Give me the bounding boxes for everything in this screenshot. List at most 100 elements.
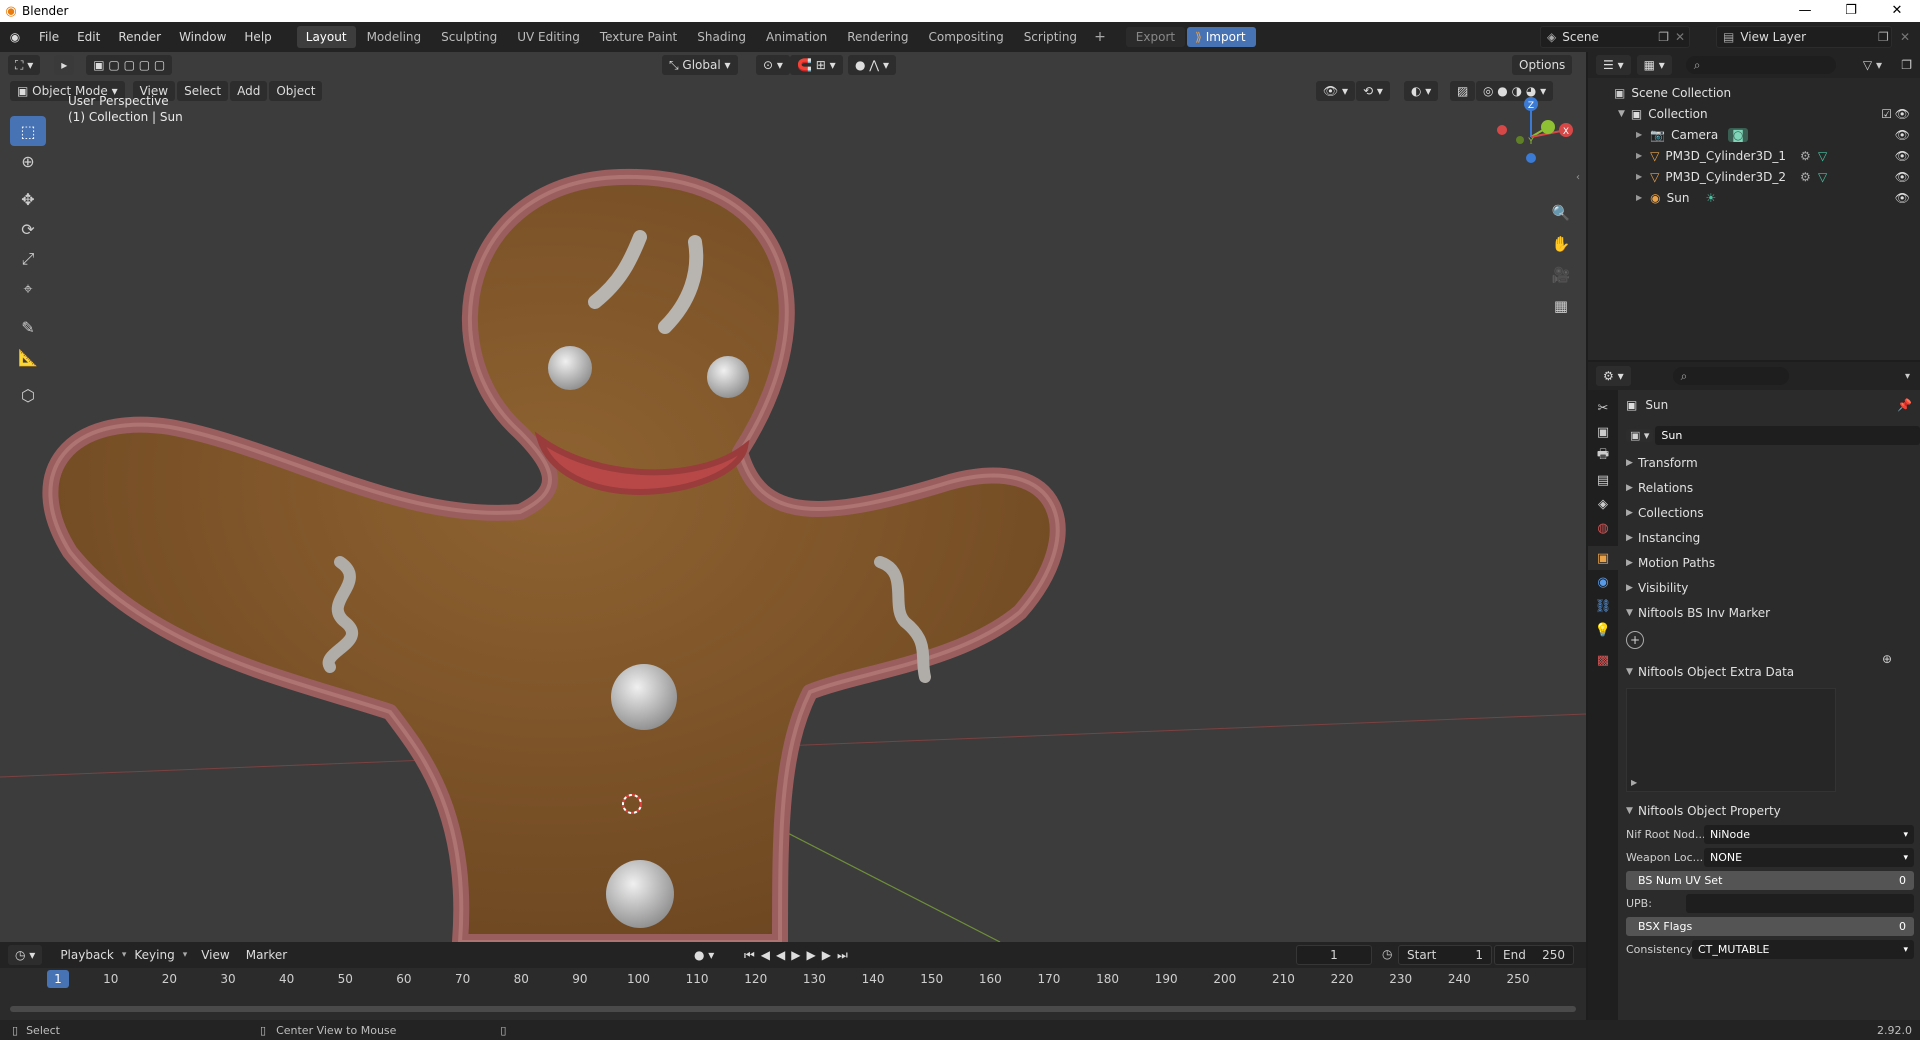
add-workspace-icon[interactable]: + xyxy=(1088,29,1112,45)
properties-editor-icon[interactable]: ⚙ ▾ xyxy=(1596,366,1631,386)
gizmo-toggle-icon[interactable]: ⟲ ▾ xyxy=(1356,81,1390,101)
panel-visibility[interactable]: ▶ Visibility xyxy=(1618,575,1920,600)
panel-collections[interactable]: ▶ Collections xyxy=(1618,500,1920,525)
expand-cylinder-2-icon[interactable]: ▶ xyxy=(1636,172,1642,181)
tab-scripting[interactable]: Scripting xyxy=(1015,26,1086,48)
export-button[interactable]: Export xyxy=(1125,27,1186,47)
collection-checkbox-icon[interactable]: ☑ xyxy=(1881,107,1892,121)
tool-tab-icon[interactable]: ✂ xyxy=(1588,396,1618,420)
record-icon[interactable]: ● ▾ xyxy=(694,948,714,962)
cylinder-2-visibility-icon[interactable]: 👁 xyxy=(1895,170,1910,184)
tab-texture-paint[interactable]: Texture Paint xyxy=(591,26,686,48)
consistency-select[interactable]: CT_MUTABLE ▾ xyxy=(1692,940,1914,959)
blender-menu-icon[interactable]: ◉ xyxy=(0,30,30,44)
zoom-icon[interactable]: 🔍 xyxy=(1546,198,1576,228)
new-collection-icon[interactable]: ❐ xyxy=(1901,58,1912,72)
restore-button[interactable]: ❐ xyxy=(1828,0,1874,22)
outliner-item-camera[interactable]: ▶ 📷 Camera ◙ 👁 xyxy=(1588,124,1920,145)
outliner-scene-collection[interactable]: ▣ Scene Collection xyxy=(1588,82,1920,103)
timeline-ruler[interactable]: 1 10 20 30 40 50 60 70 80 90 100 110 120 130 140 150 160… xyxy=(0,968,1586,992)
menu-help[interactable]: Help xyxy=(235,30,280,44)
new-view-layer-icon[interactable]: ❐ xyxy=(1878,30,1889,44)
menu-add[interactable]: Add xyxy=(230,81,268,101)
rotate-tool-icon[interactable]: ⟳ xyxy=(10,214,46,244)
new-scene-icon[interactable]: ❐ xyxy=(1658,30,1669,44)
select-box-tool-icon[interactable]: ⬚ xyxy=(10,116,46,146)
preview-range-icon[interactable]: ◷ xyxy=(1382,947,1392,961)
camera-view-icon[interactable]: 🎥 xyxy=(1546,260,1576,290)
tab-layout[interactable]: Layout xyxy=(296,26,356,48)
minimize-button[interactable]: — xyxy=(1782,0,1828,22)
list-expand-icon[interactable]: ▶ xyxy=(1631,778,1637,787)
playback-controls[interactable]: ⏮◀◀▶▶▶⏭ xyxy=(744,948,854,963)
view-layer-tab-icon[interactable]: ▤ xyxy=(1588,468,1618,492)
panel-niftools-object-property[interactable]: ▼ Niftools Object Property xyxy=(1618,798,1920,823)
delete-scene-icon[interactable]: ✕ xyxy=(1675,30,1685,44)
pin-icon[interactable]: 📌 xyxy=(1897,398,1912,412)
navigation-gizmo[interactable]: Z Y X xyxy=(1486,92,1576,182)
menu-window[interactable]: Window xyxy=(170,30,235,44)
object-name-input[interactable]: Sun xyxy=(1655,425,1920,445)
outliner-item-cylinder-1[interactable]: ▶ ▽ PM3D_Cylinder3D_1 ⚙ ▽ 👁 xyxy=(1588,145,1920,166)
expand-cylinder-1-icon[interactable]: ▶ xyxy=(1636,151,1642,160)
panel-relations[interactable]: ▶ Relations xyxy=(1618,475,1920,500)
tab-shading[interactable]: Shading xyxy=(688,26,755,48)
extra-data-list[interactable]: ▶ xyxy=(1626,688,1836,792)
bsx-flags-field[interactable]: BSX Flags 0 xyxy=(1626,917,1914,936)
select-tool-icon[interactable]: ▸ xyxy=(54,55,75,75)
outliner-item-cylinder-2[interactable]: ▶ ▽ PM3D_Cylinder3D_2 ⚙ ▽ 👁 xyxy=(1588,166,1920,187)
texture-tab-icon[interactable]: ▩ xyxy=(1588,648,1618,672)
outliner-editor-icon[interactable]: ☰ ▾ xyxy=(1596,55,1631,75)
menu-select[interactable]: Select xyxy=(177,81,229,101)
transform-orientation[interactable]: ⤡ Global ▾ xyxy=(662,55,738,75)
current-frame-field[interactable]: 1 xyxy=(1296,945,1372,965)
object-data-dropdown-icon[interactable]: ▣ ▾ xyxy=(1626,428,1654,442)
ortho-grid-icon[interactable]: ▦ xyxy=(1546,291,1576,321)
pan-hand-icon[interactable]: ✋ xyxy=(1546,229,1576,259)
panel-motion-paths[interactable]: ▶ Motion Paths xyxy=(1618,550,1920,575)
overlay-toggle-icon[interactable]: ◐ ▾ xyxy=(1404,81,1439,101)
add-inv-marker-icon[interactable]: + xyxy=(1626,631,1644,649)
menu-render[interactable]: Render xyxy=(109,30,170,44)
cylinder-1-visibility-icon[interactable]: 👁 xyxy=(1895,149,1910,163)
upb-input[interactable] xyxy=(1686,894,1914,913)
menu-keying[interactable]: Keying xyxy=(126,948,182,962)
menu-file[interactable]: File xyxy=(30,30,68,44)
cursor-tool-icon[interactable]: ⊕ xyxy=(10,146,46,176)
filter-icon[interactable]: ▽ ▾ xyxy=(1863,58,1882,72)
world-tab-icon[interactable]: ◍ xyxy=(1588,516,1618,540)
3d-viewport[interactable]: ⛶ ▾ ▸ ▣ ▢ ▢ ▢ ▢ ⤡ Global ▾ ⊙ ▾ 🧲 ⊞ ▾ ● ⋀… xyxy=(0,52,1586,942)
physics-tab-icon[interactable]: ◉ xyxy=(1588,570,1618,594)
menu-timeline-view[interactable]: View xyxy=(193,948,237,962)
annotate-tool-icon[interactable]: ✎ xyxy=(10,312,46,342)
xray-icon[interactable]: ▨ xyxy=(1450,81,1476,101)
tab-uv-editing[interactable]: UV Editing xyxy=(508,26,589,48)
tab-rendering[interactable]: Rendering xyxy=(838,26,917,48)
scene-tab-icon[interactable]: ◈ xyxy=(1588,492,1618,516)
snap-icon[interactable]: 🧲 ⊞ ▾ xyxy=(790,55,843,75)
add-extra-data-icon[interactable]: ⊕ xyxy=(1882,652,1892,666)
delete-view-layer-icon[interactable]: ✕ xyxy=(1900,30,1910,44)
camera-visibility-icon[interactable]: 👁 xyxy=(1895,128,1910,142)
panel-instancing[interactable]: ▶ Instancing xyxy=(1618,525,1920,550)
visibility-icon[interactable]: 👁 ▾ xyxy=(1316,81,1356,101)
menu-marker[interactable]: Marker xyxy=(238,948,295,962)
view-layer-selector[interactable]: ▤ View Layer xyxy=(1716,26,1892,48)
add-cube-tool-icon[interactable]: ⬡ xyxy=(10,380,46,410)
light-data-tab-icon[interactable]: 💡 xyxy=(1588,618,1618,642)
properties-options-icon[interactable]: ▾ xyxy=(1905,371,1910,382)
menu-playback[interactable]: Playback xyxy=(52,948,122,962)
panel-niftools-inv-marker[interactable]: ▼ Niftools BS Inv Marker xyxy=(1618,600,1920,625)
expand-collection-icon[interactable]: ▼ xyxy=(1618,109,1625,119)
close-button[interactable]: ✕ xyxy=(1874,0,1920,22)
collection-visibility-icon[interactable]: 👁 xyxy=(1895,107,1910,121)
pivot-icon[interactable]: ⊙ ▾ xyxy=(756,55,790,75)
expand-sun-icon[interactable]: ▶ xyxy=(1636,193,1642,202)
output-tab-icon[interactable]: 🖶 xyxy=(1588,444,1618,468)
tab-animation[interactable]: Animation xyxy=(757,26,836,48)
transform-tool-icon[interactable]: ⌖ xyxy=(10,274,46,304)
editor-type-icon[interactable]: ⛶ ▾ xyxy=(8,55,41,75)
scene-selector[interactable]: ◈ Scene ❐ ✕ xyxy=(1540,26,1690,48)
measure-tool-icon[interactable]: 📐 xyxy=(10,342,46,372)
sidebar-toggle-icon[interactable]: ‹ xyxy=(1576,172,1580,183)
